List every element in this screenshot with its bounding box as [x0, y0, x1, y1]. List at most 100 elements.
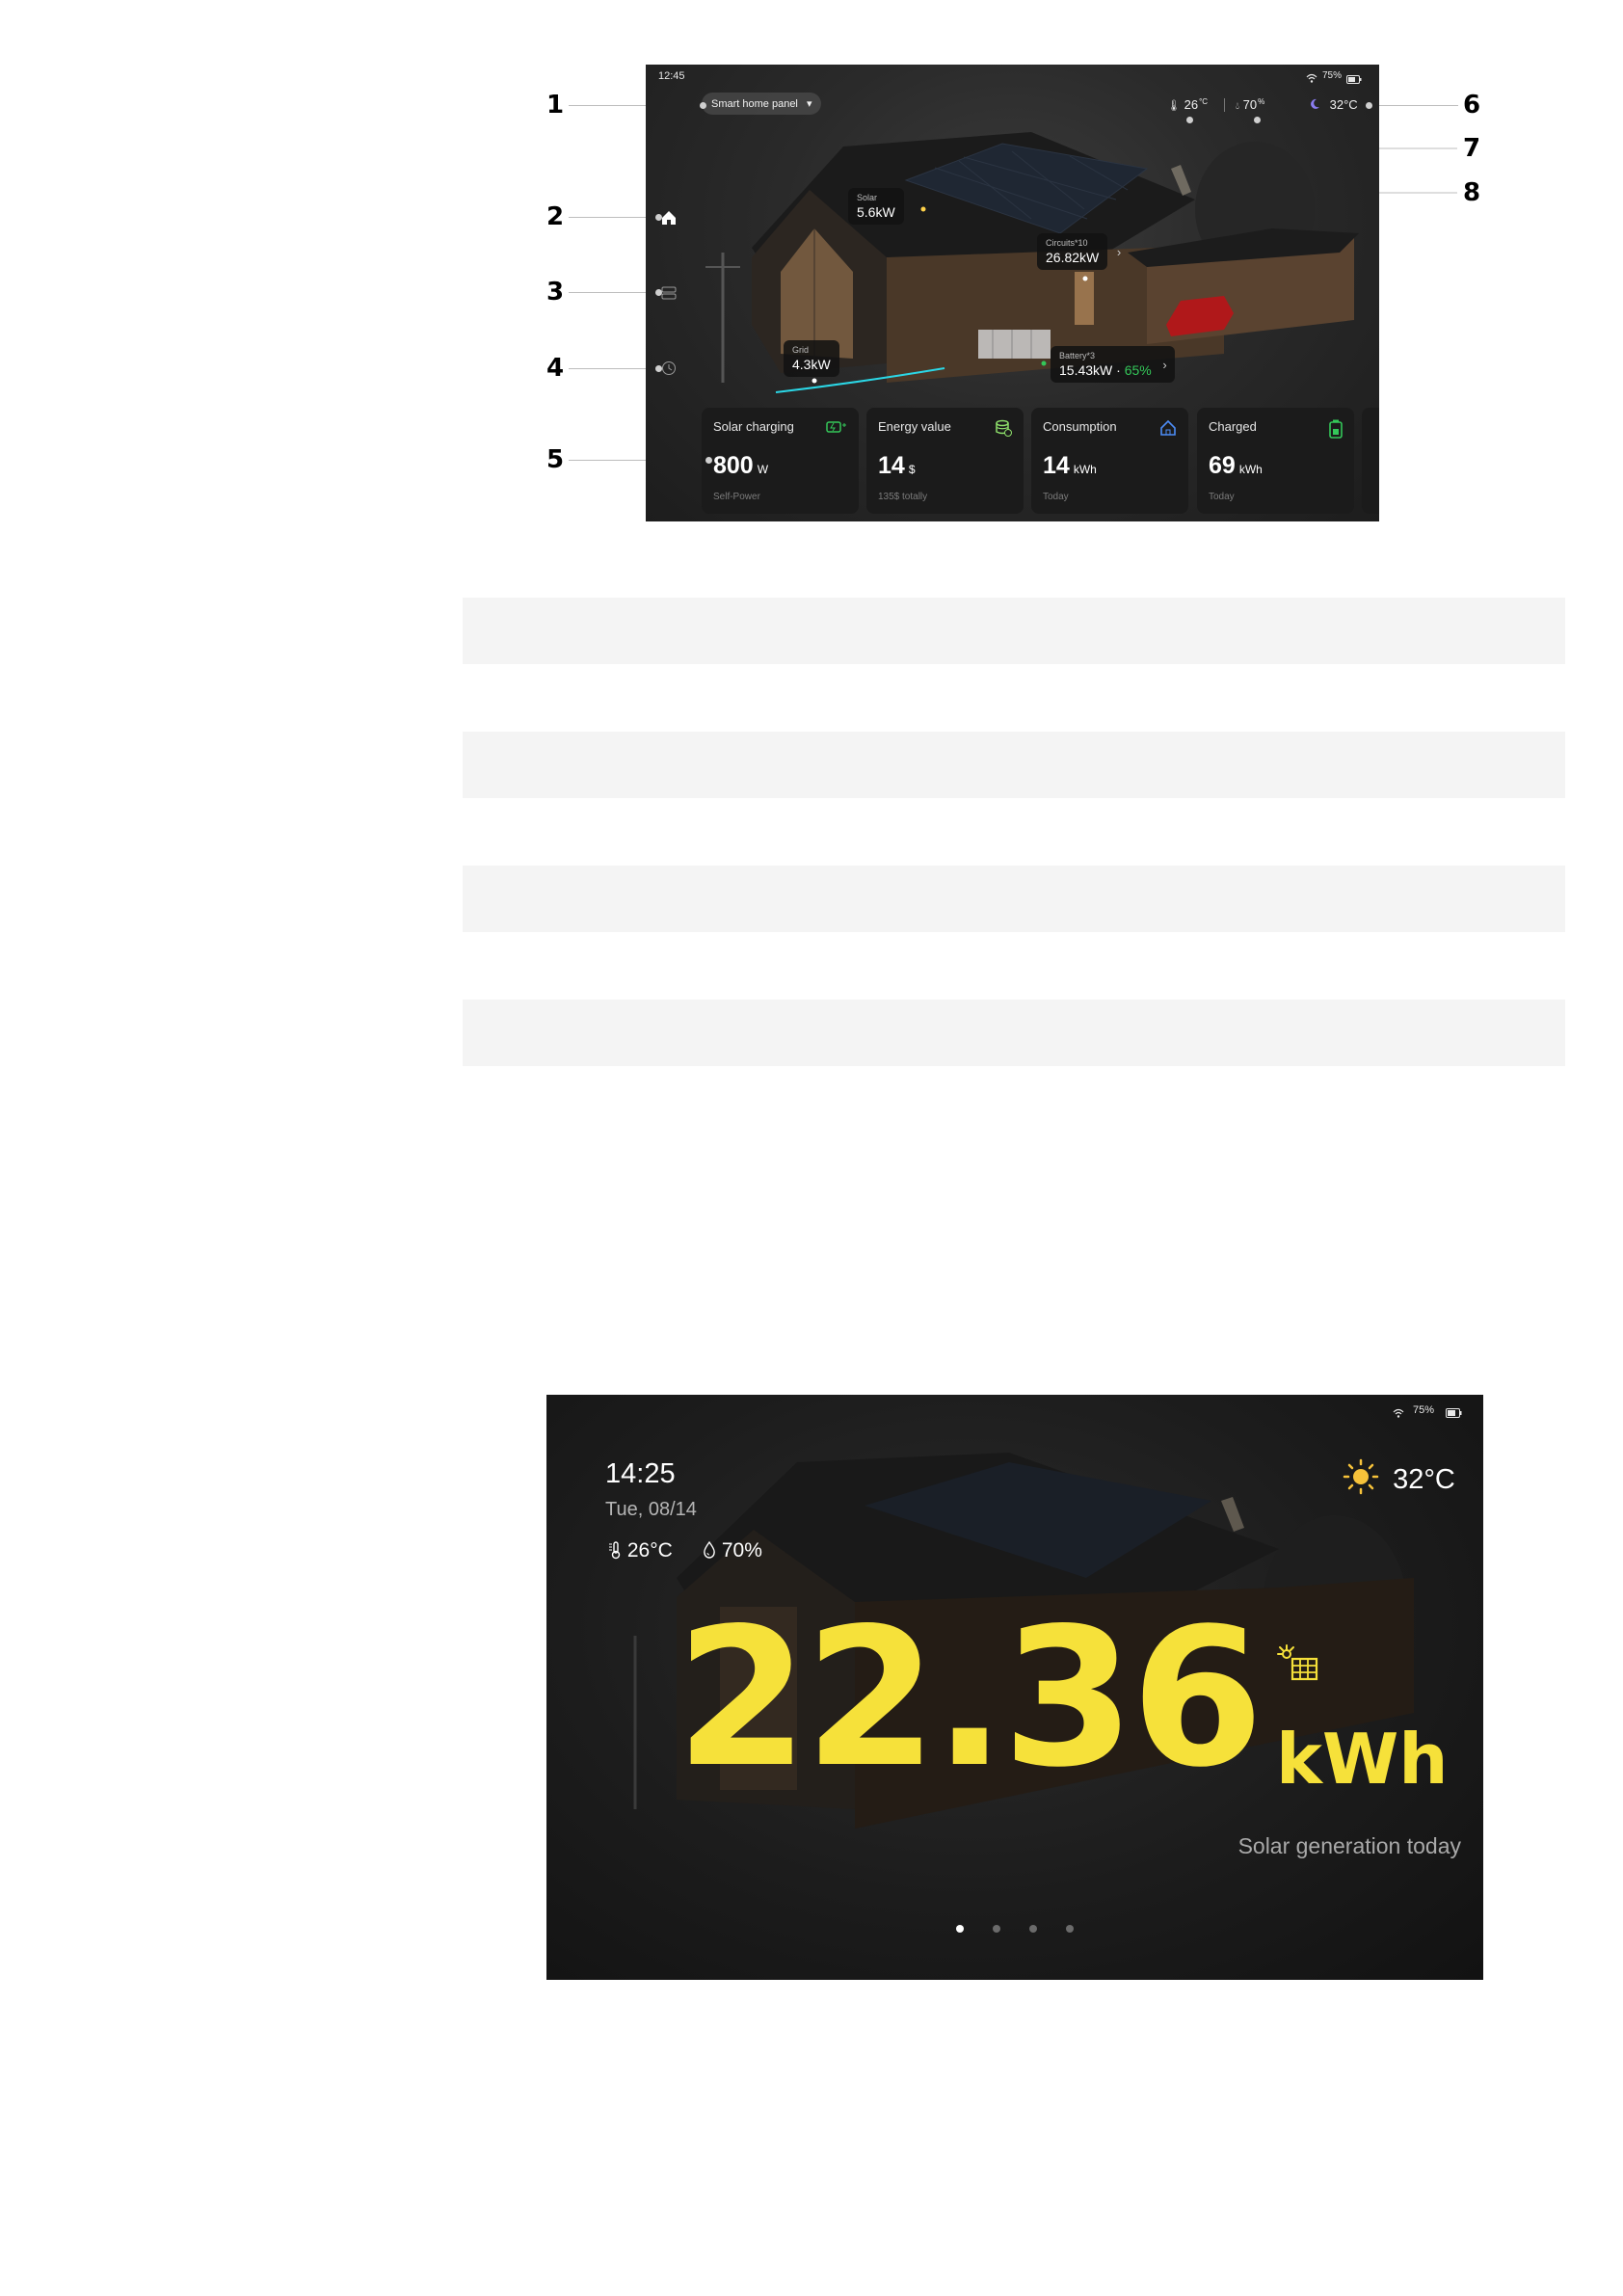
sun-icon — [1343, 1458, 1393, 1495]
card-subtitle: Self-Power — [713, 492, 760, 502]
battery-icon — [1329, 419, 1343, 439]
callout-4: 4 — [546, 354, 565, 383]
stat-card-solar-charging[interactable]: Solar charging 800 W Self-Power — [702, 408, 859, 514]
status-time: 12:45 — [658, 70, 685, 82]
card-value-number: 14 — [1043, 452, 1070, 479]
solar-tag[interactable]: Solar 5.6kW — [848, 188, 904, 225]
battery-tag-values: 15.43kW · 65% — [1059, 362, 1152, 378]
grid-tag[interactable]: Grid 4.3kW — [784, 340, 839, 377]
card-value: 14 kWh — [1043, 452, 1097, 480]
stat-card-partial[interactable] — [1362, 408, 1379, 514]
card-subtitle: Today — [1043, 492, 1069, 502]
leader-line-6 — [1369, 105, 1458, 106]
wifi-icon — [1306, 70, 1317, 88]
solar-generation-unit: kWh — [1276, 1719, 1449, 1800]
panel-selector-dropdown[interactable]: Smart home panel ▾ — [702, 93, 822, 115]
leader-dot-5 — [705, 457, 712, 464]
leader-dot-6 — [1366, 102, 1372, 109]
indoor-temp-value: 26°C — [626, 1539, 673, 1562]
devices-nav-icon[interactable] — [660, 284, 678, 307]
card-unit: W — [757, 463, 769, 476]
circuits-tag-label: Circuits*10 — [1046, 238, 1088, 248]
stat-card-charged[interactable]: Charged 69 kWh Today — [1197, 408, 1354, 514]
chevron-right-icon: › — [1116, 245, 1122, 259]
thermometer-icon — [608, 1539, 627, 1562]
solar-panel-icon — [1276, 1643, 1320, 1689]
humidity-drop-icon: 💧︎ — [1236, 101, 1239, 112]
card-unit: kWh — [1073, 463, 1097, 476]
stat-card-energy-value[interactable]: Energy value 14 $ 135$ totally — [866, 408, 1024, 514]
card-value-number: 69 — [1209, 452, 1236, 479]
card-value: 69 kWh — [1209, 452, 1263, 480]
card-title: Consumption — [1043, 419, 1117, 434]
page-indicator-dot[interactable] — [993, 1925, 1000, 1933]
panel-selector-label: Smart home panel — [711, 98, 798, 110]
leader-dot-3 — [655, 289, 662, 296]
thermometer-icon: 🌡︎ — [1167, 100, 1181, 112]
humidity-readout: 💧︎ 70% — [1236, 97, 1264, 112]
battery-status-icon — [1446, 1405, 1462, 1423]
leader-dot-4 — [655, 365, 662, 372]
indoor-temp-unit: °C — [1199, 97, 1209, 106]
smart-home-panel-screen: 12:45 75% Smart home panel ▾ 🌡︎ 26°C 💧︎ … — [646, 65, 1379, 521]
callout-6: 6 — [1463, 91, 1481, 120]
card-title: Energy value — [878, 419, 951, 434]
moon-icon — [1309, 97, 1324, 112]
indoor-temp-readout: 26°C — [608, 1539, 673, 1562]
indoor-temp-readout: 🌡︎ 26°C — [1167, 97, 1208, 112]
card-subtitle: Today — [1209, 492, 1235, 502]
description-row — [463, 732, 1565, 798]
divider — [1224, 98, 1225, 112]
card-title: Solar charging — [713, 419, 794, 434]
chevron-down-icon: ▾ — [806, 98, 812, 110]
outdoor-temp-value: 32°C — [1329, 97, 1358, 112]
callout-2: 2 — [546, 202, 565, 231]
indoor-temp-value: 26 — [1184, 97, 1199, 112]
page-indicator-dot[interactable] — [956, 1925, 964, 1933]
callout-3: 3 — [546, 278, 565, 307]
card-unit: kWh — [1238, 463, 1263, 476]
outdoor-weather: 32°C — [1309, 97, 1358, 112]
callout-8: 8 — [1463, 178, 1481, 207]
coins-icon — [996, 419, 1012, 437]
grid-tag-value: 4.3kW — [792, 357, 831, 372]
leader-dot-2 — [655, 214, 662, 221]
humidity-readout: 70% — [703, 1539, 762, 1562]
card-value-number: 800 — [713, 452, 754, 479]
circuits-tag-value: 26.82kW — [1046, 250, 1100, 265]
card-unit: $ — [908, 463, 916, 476]
status-battery-percent: 75% — [1413, 1404, 1435, 1416]
status-battery-percent: 75% — [1322, 70, 1343, 81]
stat-card-consumption[interactable]: Consumption 14 kWh Today — [1031, 408, 1188, 514]
humidity-drop-icon — [703, 1539, 722, 1562]
circuits-tag[interactable]: Circuits*10 26.82kW › — [1037, 233, 1121, 270]
page-indicator-dot[interactable] — [1066, 1925, 1074, 1933]
solar-charging-icon — [826, 421, 846, 433]
outdoor-temp-value: 32°C — [1393, 1464, 1455, 1495]
wifi-icon — [1393, 1405, 1404, 1423]
battery-status-icon — [1346, 71, 1362, 89]
battery-tag[interactable]: Battery*3 15.43kW · 65% › — [1051, 346, 1175, 383]
solar-generation-value: 22.36 — [676, 1587, 1264, 1809]
card-value: 14 $ — [878, 452, 916, 480]
leader-dot-8 — [1186, 117, 1193, 123]
callout-7: 7 — [1463, 134, 1481, 163]
description-row — [463, 866, 1565, 932]
page-indicator-dot[interactable] — [1029, 1925, 1037, 1933]
chevron-right-icon: › — [1162, 358, 1167, 372]
battery-tag-label: Battery*3 — [1059, 351, 1096, 360]
battery-tag-value: 15.43kW · — [1059, 362, 1121, 378]
outdoor-weather: 32°C — [1343, 1458, 1455, 1496]
card-value-number: 14 — [878, 452, 905, 479]
grid-tag-label: Grid — [792, 345, 810, 355]
history-nav-icon[interactable] — [660, 360, 678, 382]
leader-dot-1 — [700, 102, 706, 109]
clock-date: Tue, 08/14 — [605, 1499, 697, 1520]
home-nav-icon[interactable] — [660, 209, 678, 231]
leader-dot-7 — [1254, 117, 1261, 123]
solar-tag-value: 5.6kW — [857, 204, 895, 220]
callout-5: 5 — [546, 445, 565, 474]
callout-1: 1 — [546, 91, 565, 120]
solar-generation-screen: 75% 14:25 Tue, 08/14 26°C 70% 32°C 22.36… — [546, 1395, 1483, 1980]
description-row — [463, 598, 1565, 664]
